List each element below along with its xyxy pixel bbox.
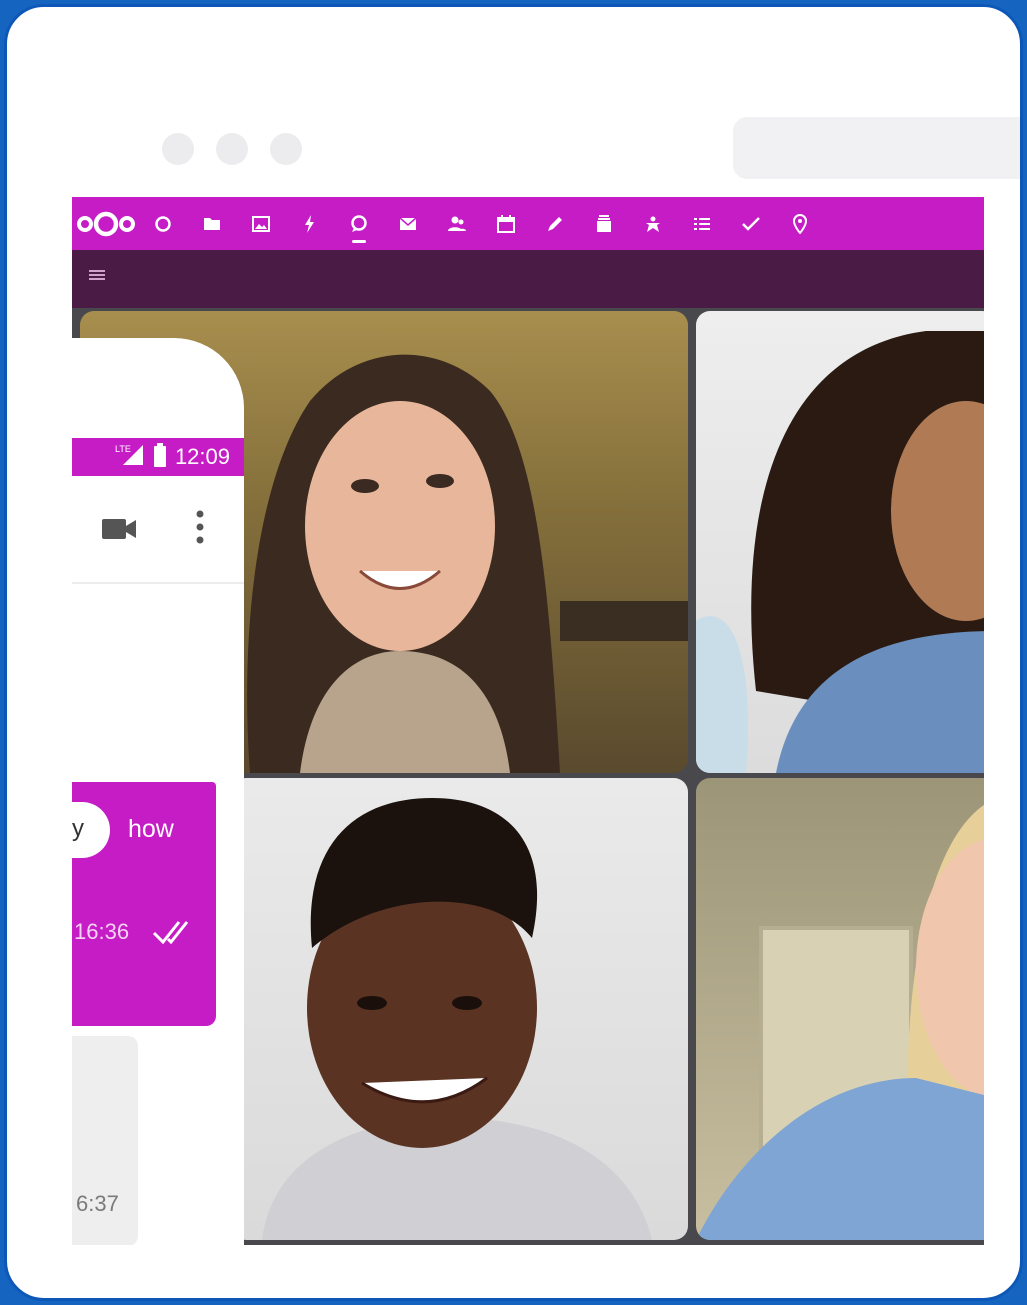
double-check-icon xyxy=(152,917,198,950)
maps-icon[interactable] xyxy=(775,197,824,250)
incoming-message-timestamp: 6:37 xyxy=(76,1191,119,1216)
deck-icon[interactable] xyxy=(579,197,628,250)
notes-icon[interactable] xyxy=(530,197,579,250)
mail-icon[interactable] xyxy=(383,197,432,250)
files-icon[interactable] xyxy=(187,197,236,250)
window-dot-maximize[interactable] xyxy=(270,133,302,165)
dashboard-icon[interactable] xyxy=(138,197,187,250)
lte-signal-icon: LTE xyxy=(115,443,145,472)
app-navigation-bar xyxy=(72,250,984,308)
status-time: 12:09 xyxy=(174,444,230,469)
mobile-app-preview: LTE 12:09 y how 16:36 6:37 xyxy=(72,338,244,1245)
address-bar[interactable] xyxy=(733,117,1020,179)
participant-video-3 xyxy=(232,778,688,1240)
video-call-icon[interactable] xyxy=(102,516,138,547)
calendar-icon[interactable] xyxy=(481,197,530,250)
incoming-message-bubble: 6:37 xyxy=(72,1036,138,1245)
activity-icon[interactable] xyxy=(285,197,334,250)
photos-icon[interactable] xyxy=(236,197,285,250)
window-controls xyxy=(162,133,302,165)
circles-icon[interactable] xyxy=(628,197,677,250)
window-dot-minimize[interactable] xyxy=(216,133,248,165)
list-icon[interactable] xyxy=(677,197,726,250)
talk-icon[interactable] xyxy=(334,197,383,250)
svg-text:LTE: LTE xyxy=(115,444,131,454)
contacts-icon[interactable] xyxy=(432,197,481,250)
nextcloud-logo[interactable] xyxy=(74,197,138,250)
window-dot-close[interactable] xyxy=(162,133,194,165)
own-message-timestamp: 16:36 xyxy=(74,919,130,944)
tasks-icon[interactable] xyxy=(726,197,775,250)
hamburger-menu-icon[interactable] xyxy=(89,268,105,287)
own-message-bubble: y how 16:36 xyxy=(72,782,216,1026)
own-message-text: how xyxy=(128,815,174,843)
incoming-message-fragment: y xyxy=(72,815,84,842)
phone-status-bar: LTE 12:09 xyxy=(72,438,244,476)
conversation-header xyxy=(72,476,244,584)
top-app-bar xyxy=(72,197,984,250)
more-options-icon[interactable] xyxy=(196,510,204,549)
app-menu xyxy=(138,197,824,250)
participant-video-2 xyxy=(696,311,984,773)
battery-icon xyxy=(153,442,167,472)
participant-video-4 xyxy=(696,778,984,1240)
